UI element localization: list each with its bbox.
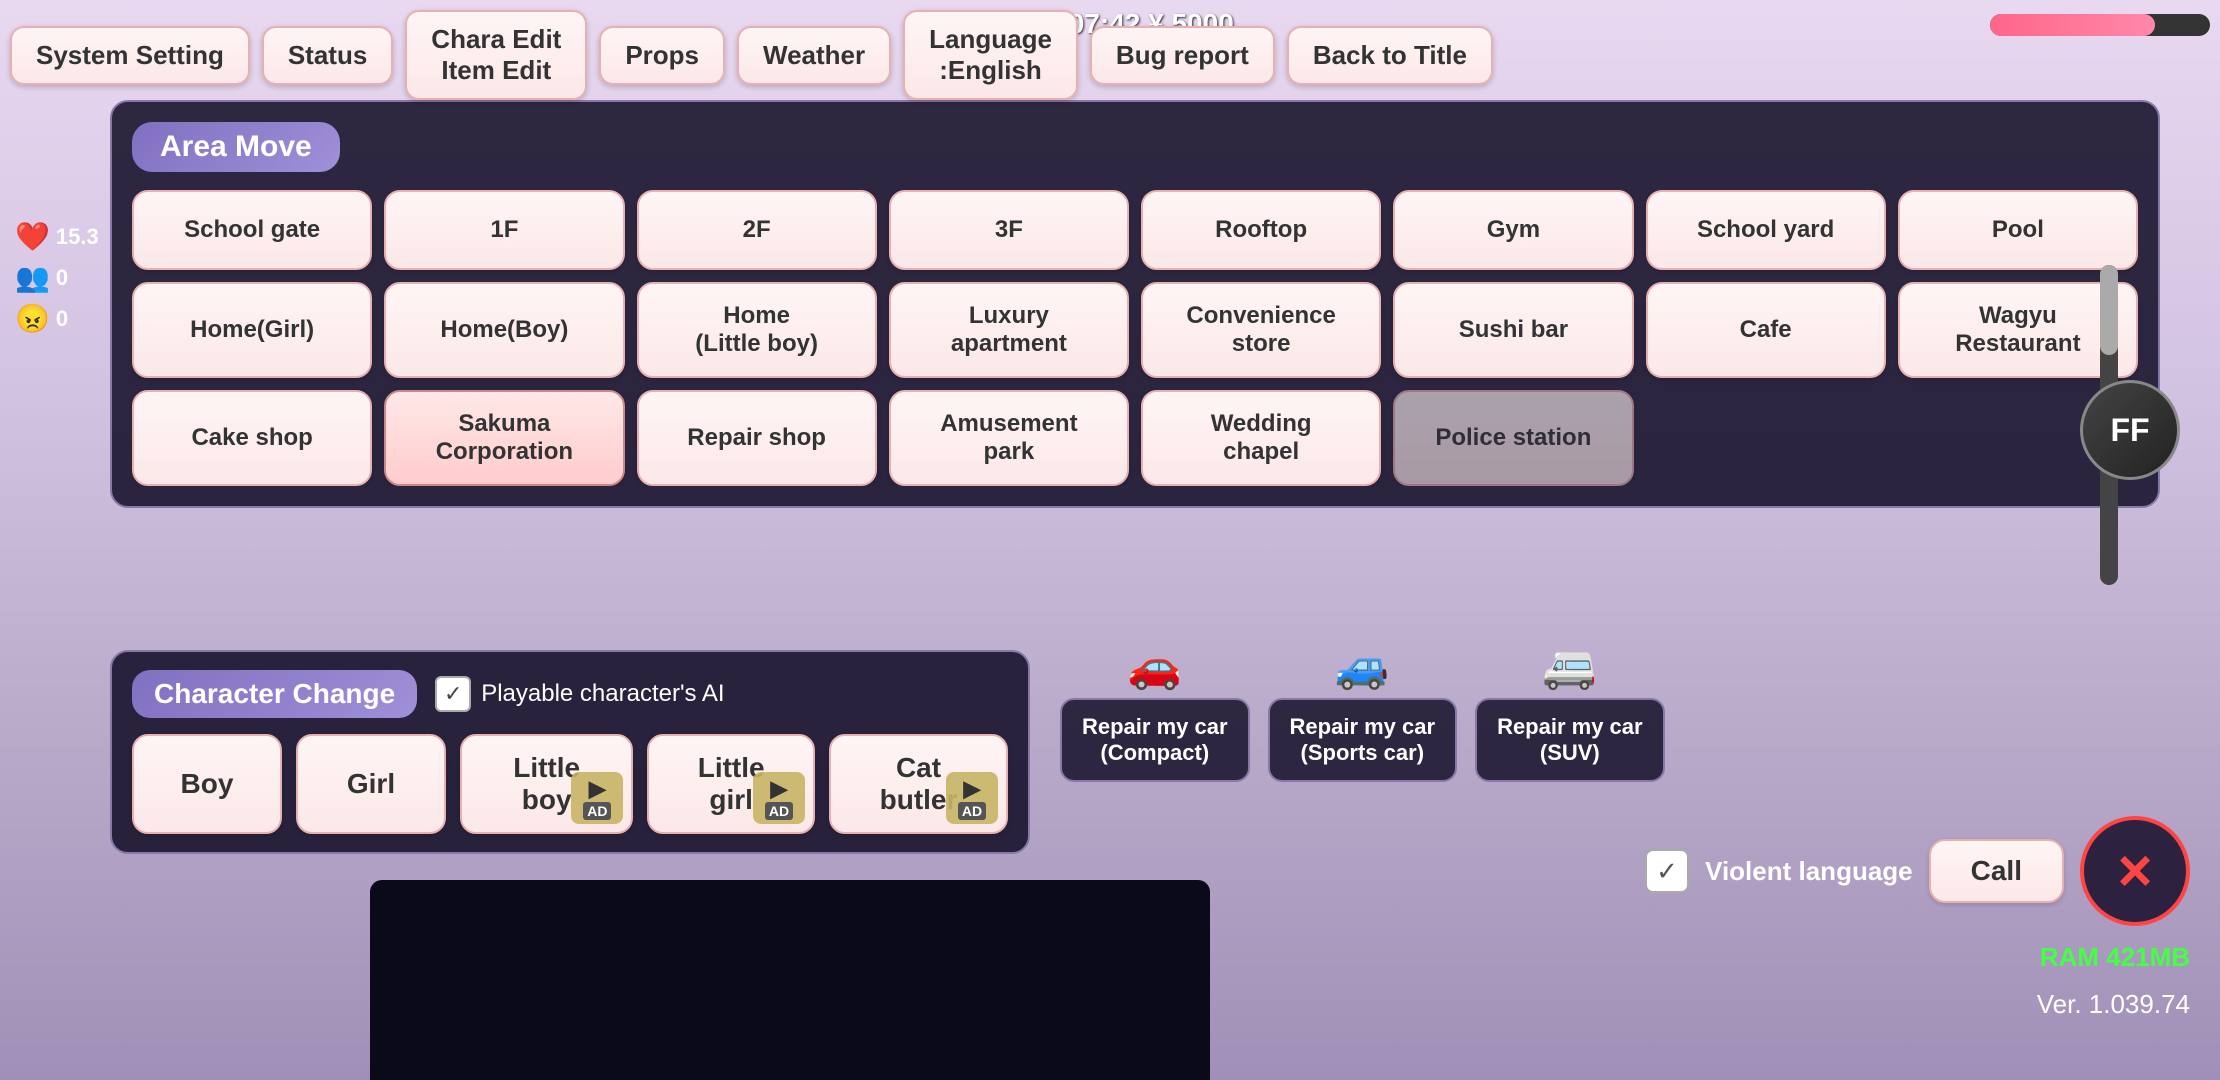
area-btn-2f[interactable]: 2F xyxy=(637,190,877,270)
social-value-1: 0 xyxy=(56,265,68,291)
ai-checkbox[interactable]: ✓ xyxy=(435,676,471,712)
area-btn-home-boy[interactable]: Home(Boy) xyxy=(384,282,624,378)
char-change-header: Character Change ✓ Playable character's … xyxy=(132,670,1008,718)
area-btn-amusement-park[interactable]: Amusement park xyxy=(889,390,1129,486)
violent-checkbox-wrapper: ✓ xyxy=(1645,849,1689,893)
social-item-1: 👥 0 xyxy=(15,261,99,294)
language-button[interactable]: Language :English xyxy=(903,10,1078,100)
likes-count: 15.3 xyxy=(56,224,99,250)
toolbar: System Setting Status Chara Edit Item Ed… xyxy=(10,10,2210,100)
repair-suv-button[interactable]: Repair my car (SUV) xyxy=(1475,698,1665,782)
area-btn-sakuma-corporation[interactable]: Sakuma Corporation xyxy=(384,390,624,486)
status-button[interactable]: Status xyxy=(262,26,393,85)
ai-checkbox-wrapper: ✓ Playable character's AI xyxy=(435,676,724,712)
progress-bar-container xyxy=(1990,14,2210,36)
chara-edit-button[interactable]: Chara Edit Item Edit xyxy=(405,10,587,100)
close-button[interactable]: × xyxy=(2080,816,2190,926)
social-item-2: 😠 0 xyxy=(15,302,99,335)
character-buttons: BoyGirlLittle boy▶ADLittle girl▶ADCat bu… xyxy=(132,734,1008,834)
char-btn-little-boy[interactable]: Little boy▶AD xyxy=(460,734,633,834)
violent-language-row: ✓ Violent language Call × xyxy=(1645,816,2190,926)
close-icon: × xyxy=(2117,841,2152,901)
character-change-title: Character Change xyxy=(132,670,417,718)
area-btn-police-station[interactable]: Police station xyxy=(1393,390,1633,486)
social-value-2: 0 xyxy=(56,306,68,332)
bug-report-button[interactable]: Bug report xyxy=(1090,26,1275,85)
char-btn-cat-butler[interactable]: Cat butler▶AD xyxy=(829,734,1008,834)
character-change-panel: Character Change ✓ Playable character's … xyxy=(110,650,1030,854)
area-btn-school-gate[interactable]: School gate xyxy=(132,190,372,270)
call-button[interactable]: Call xyxy=(1929,839,2064,903)
ai-label: Playable character's AI xyxy=(481,680,724,708)
system-setting-button[interactable]: System Setting xyxy=(10,26,250,85)
area-btn-home-girl[interactable]: Home(Girl) xyxy=(132,282,372,378)
social-panel: ❤️ 15.3 👥 0 😠 0 xyxy=(15,220,99,335)
area-move-panel: Area Move School gate1F2F3FRooftopGymSch… xyxy=(110,100,2160,508)
violent-checkbox[interactable]: ✓ xyxy=(1645,849,1689,893)
area-btn-cake-shop[interactable]: Cake shop xyxy=(132,390,372,486)
char-btn-little-girl[interactable]: Little girl▶AD xyxy=(647,734,815,834)
char-btn-girl[interactable]: Girl xyxy=(296,734,446,834)
progress-bar-fill xyxy=(1990,14,2155,36)
area-btn-luxury-apartment[interactable]: Luxury apartment xyxy=(889,282,1129,378)
bottom-right-controls: ✓ Violent language Call × RAM 421MB Ver.… xyxy=(1645,816,2190,1020)
area-btn-1f[interactable]: 1F xyxy=(384,190,624,270)
area-btn-rooftop[interactable]: Rooftop xyxy=(1141,190,1381,270)
area-btn-convenience-store[interactable]: Convenience store xyxy=(1141,282,1381,378)
char-btn-boy[interactable]: Boy xyxy=(132,734,282,834)
repair-sports-button[interactable]: Repair my car (Sports car) xyxy=(1268,698,1458,782)
violent-language-label: Violent language xyxy=(1705,856,1913,887)
video-area xyxy=(370,880,1210,1080)
repair-compact-button[interactable]: Repair my car (Compact) xyxy=(1060,698,1250,782)
area-btn-cafe[interactable]: Cafe xyxy=(1646,282,1886,378)
props-button[interactable]: Props xyxy=(599,26,725,85)
people-icon: 👥 xyxy=(15,261,50,294)
ff-button[interactable]: FF xyxy=(2080,380,2180,480)
area-btn-pool[interactable]: Pool xyxy=(1898,190,2138,270)
weather-button[interactable]: Weather xyxy=(737,26,891,85)
car-repair-panel: 🚗 Repair my car (Compact) 🚙 Repair my ca… xyxy=(1060,640,1665,782)
area-btn-gym[interactable]: Gym xyxy=(1393,190,1633,270)
area-btn-repair-shop[interactable]: Repair shop xyxy=(637,390,877,486)
area-btn-sushi-bar[interactable]: Sushi bar xyxy=(1393,282,1633,378)
area-scrollbar-thumb xyxy=(2100,265,2118,355)
version-info: Ver. 1.039.74 xyxy=(2037,989,2190,1020)
angry-icon: 😠 xyxy=(15,302,50,335)
heart-icon: ❤️ xyxy=(15,220,50,253)
area-move-title: Area Move xyxy=(132,122,340,172)
area-btn-wedding-chapel[interactable]: Wedding chapel xyxy=(1141,390,1381,486)
area-btn-home-little-boy[interactable]: Home (Little boy) xyxy=(637,282,877,378)
back-to-title-button[interactable]: Back to Title xyxy=(1287,26,1493,85)
likes-item: ❤️ 15.3 xyxy=(15,220,99,253)
ram-usage: RAM 421MB xyxy=(2040,942,2190,973)
area-btn-3f[interactable]: 3F xyxy=(889,190,1129,270)
area-btn-school-yard[interactable]: School yard xyxy=(1646,190,1886,270)
area-grid: School gate1F2F3FRooftopGymSchool yardPo… xyxy=(132,190,2138,486)
